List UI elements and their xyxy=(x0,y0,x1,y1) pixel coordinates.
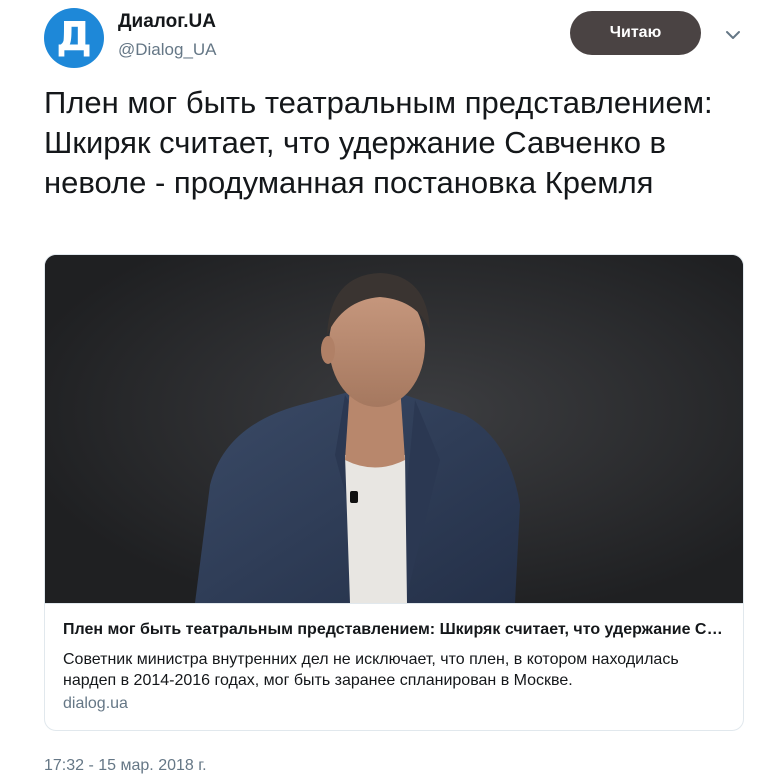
follow-button[interactable]: Читаю xyxy=(570,11,701,55)
avatar[interactable]: Д xyxy=(44,8,104,68)
card-body[interactable]: Плен мог быть театральным представлением… xyxy=(45,603,743,730)
card-domain: dialog.ua xyxy=(63,695,128,712)
author-handle[interactable]: @Dialog_UA xyxy=(118,40,217,60)
tweet-text: Плен мог быть театральным представлением… xyxy=(44,85,713,200)
author-display-name[interactable]: Диалог.UA xyxy=(118,11,216,33)
card-description: Советник министра внутренних дел не искл… xyxy=(63,651,679,689)
tweet-timestamp[interactable]: 17:32 - 15 мар. 2018 г. xyxy=(44,757,207,775)
card-image[interactable] xyxy=(45,255,743,603)
chevron-down-icon[interactable] xyxy=(722,24,744,46)
avatar-letter: Д xyxy=(56,14,92,60)
link-card[interactable]: Плен мог быть театральным представлением… xyxy=(44,254,744,731)
card-title[interactable]: Плен мог быть театральным представлением… xyxy=(63,621,723,639)
